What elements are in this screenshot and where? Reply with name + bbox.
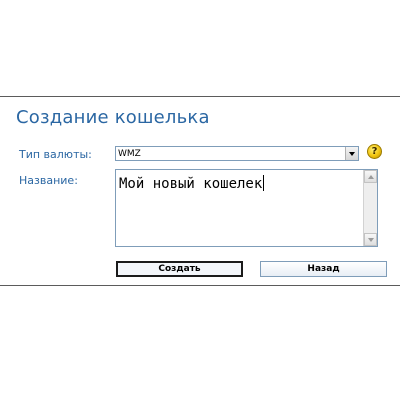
create-wallet-panel: Создание кошелька Тип валюты: WMZ ? Назв…	[0, 96, 400, 286]
question-help-icon[interactable]: ?	[367, 144, 382, 159]
textarea-scrollbar[interactable]	[363, 170, 377, 246]
back-button[interactable]: Назад	[260, 261, 387, 277]
arrow-up-icon	[368, 175, 374, 179]
dropdown-arrow-button[interactable]	[345, 147, 358, 160]
wallet-name-textarea[interactable]: Мой новый кошелек	[115, 169, 378, 247]
scroll-down-button[interactable]	[364, 233, 377, 246]
scroll-up-button[interactable]	[364, 170, 377, 183]
arrow-down-icon	[368, 238, 374, 242]
currency-type-label: Тип валюты:	[19, 148, 92, 161]
currency-type-select[interactable]: WMZ	[115, 146, 359, 161]
create-button[interactable]: Создать	[116, 261, 243, 277]
chevron-down-icon	[349, 152, 355, 156]
wallet-name-text: Мой новый кошелек	[119, 175, 265, 192]
wallet-name-label: Название:	[19, 174, 78, 187]
page-title: Создание кошелька	[16, 107, 210, 128]
text-caret	[263, 175, 265, 191]
currency-type-value: WMZ	[118, 149, 141, 159]
